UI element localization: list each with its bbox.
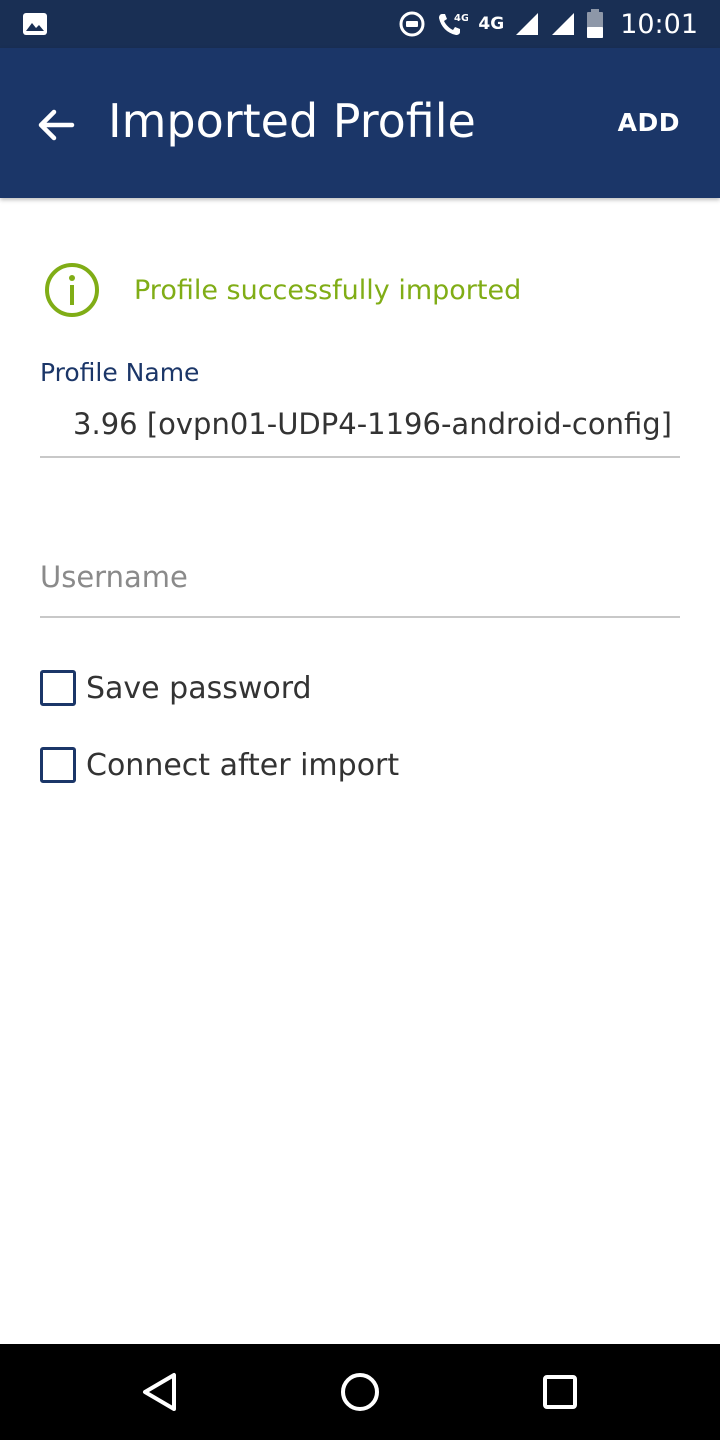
system-nav-bar: [0, 1344, 720, 1440]
info-icon: [45, 263, 99, 317]
arrow-left-icon[interactable]: [34, 103, 78, 147]
profile-name-field[interactable]: 3.96 [ovpn01-UDP4-1196-android-config]: [40, 405, 680, 458]
svg-text:4G: 4G: [454, 13, 468, 24]
connect-after-import-checkbox[interactable]: [40, 747, 76, 783]
save-password-label: Save password: [86, 670, 312, 706]
volte-call-icon: 4G: [439, 13, 468, 35]
network-type-label: 4G: [478, 14, 505, 34]
recents-square-icon[interactable]: [534, 1366, 586, 1418]
signal-icon-secondary: [552, 13, 575, 35]
home-circle-icon[interactable]: [334, 1366, 386, 1418]
page-title: Imported Profile: [108, 94, 476, 148]
connect-after-import-label: Connect after import: [86, 747, 400, 783]
username-input[interactable]: [40, 555, 680, 599]
import-success-notice: Profile successfully imported: [44, 262, 521, 318]
signal-icon: [516, 13, 539, 35]
add-button[interactable]: ADD: [618, 108, 680, 137]
status-bar: 4G 4G 10:01: [0, 0, 720, 48]
success-message: Profile successfully imported: [134, 274, 522, 306]
save-password-row[interactable]: Save password: [40, 668, 312, 708]
profile-name-label: Profile Name: [40, 358, 200, 387]
battery-icon: [587, 9, 604, 38]
status-clock: 10:01: [620, 8, 698, 40]
username-field-container: [40, 555, 680, 618]
profile-name-value: 3.96 [ovpn01-UDP4-1196-android-config]: [73, 407, 672, 441]
data-saver-icon: [399, 11, 425, 37]
connect-after-import-row[interactable]: Connect after import: [40, 745, 399, 785]
app-bar: Imported Profile ADD: [0, 48, 720, 198]
image-notification-icon: [23, 13, 47, 35]
save-password-checkbox[interactable]: [40, 670, 76, 706]
back-triangle-icon[interactable]: [134, 1366, 186, 1418]
